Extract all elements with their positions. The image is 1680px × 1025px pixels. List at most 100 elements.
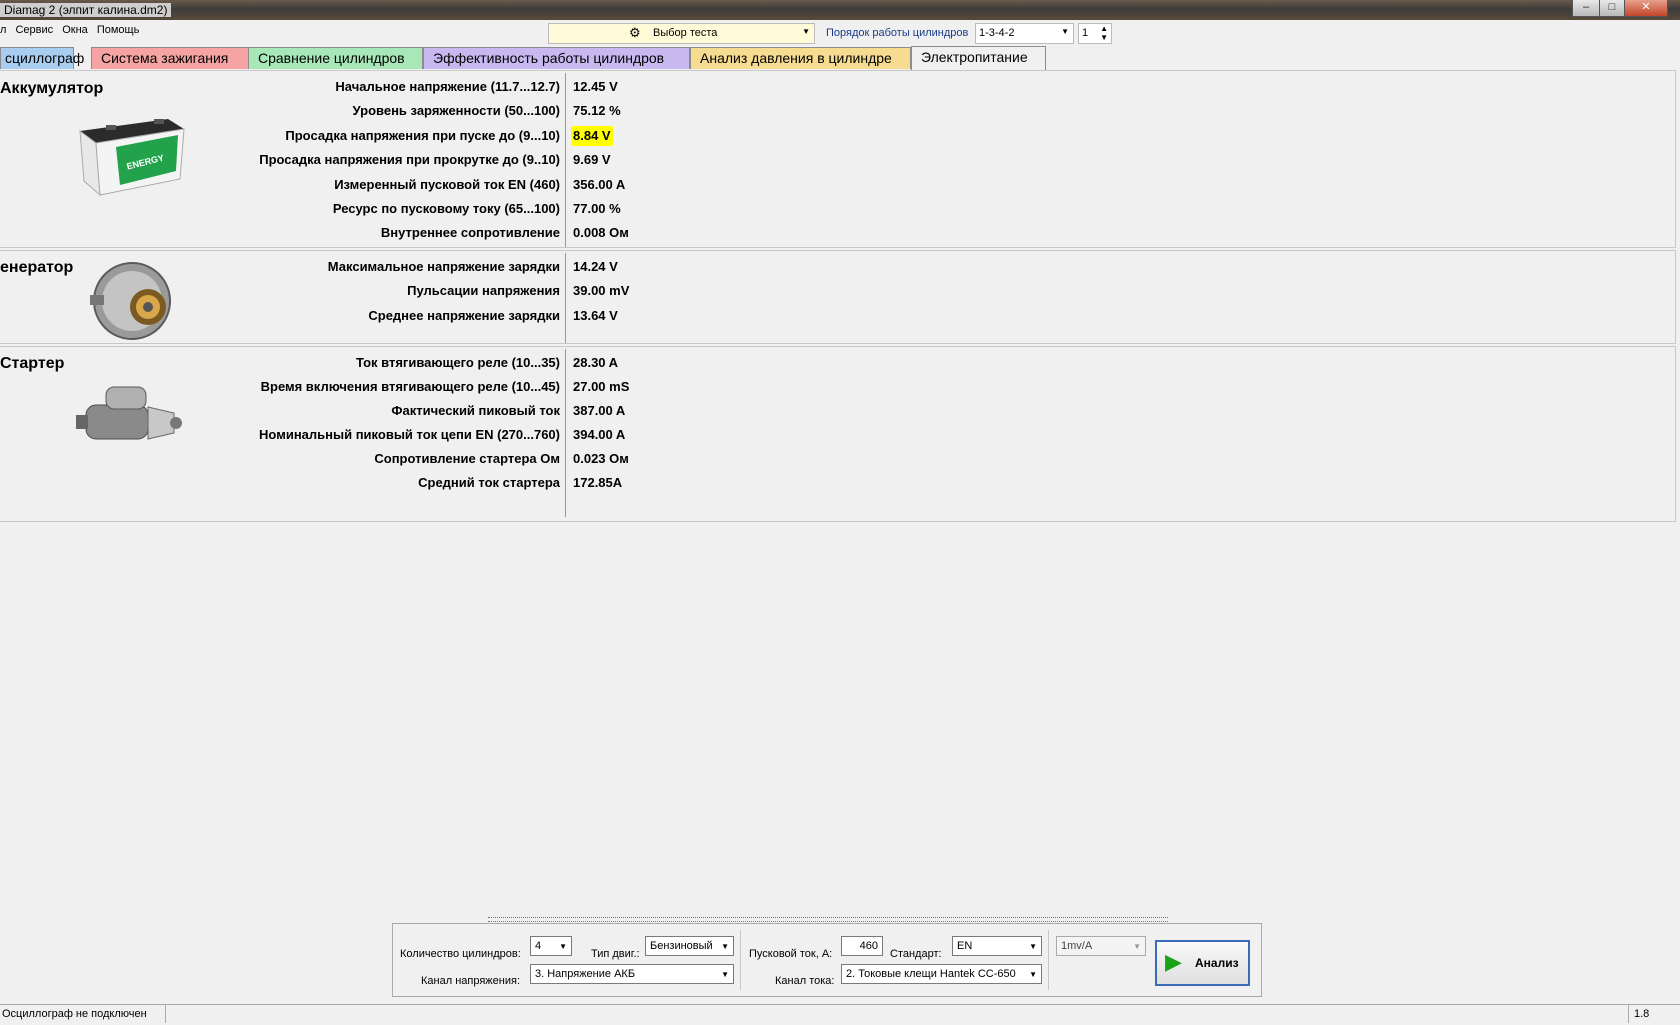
row-value: 0.023 Ом [573,451,629,466]
battery-row: Ресурс по пусковому току (65...100) 77.0… [0,199,700,219]
tab-oscillograph[interactable]: сциллограф [0,47,84,69]
chevron-down-icon: ▼ [559,942,567,951]
maximize-button[interactable]: □ [1599,0,1625,17]
menu-windows[interactable]: Окна [62,24,88,36]
firing-order-label: Порядок работы цилиндров [826,27,969,39]
test-select-label: Выбор теста [653,27,718,39]
row-label: Средний ток стартера [418,475,560,490]
starter-row: Номинальный пиковый ток цепи EN (270...7… [0,425,700,445]
menu-help[interactable]: Помощь [97,24,140,36]
generator-row: Среднее напряжение зарядки 13.64 V [0,306,700,326]
cylinders-value: 4 [535,940,542,952]
battery-panel: Аккумулятор ENERGY Начальное напряжение … [0,70,1676,248]
row-label: Начальное напряжение (11.7...12.7) [335,79,560,94]
cylinder-spinner[interactable]: 1 ▲ ▼ [1078,23,1112,44]
starter-panel: Стартер Ток втягивающего реле (10...35) … [0,346,1676,522]
start-current-label: Пусковой ток, А: [749,948,833,960]
battery-row: Измеренный пусковой ток EN (460) 356.00 … [0,175,700,195]
spinner-arrows-icon: ▲ ▼ [1100,24,1108,42]
cylinders-label: Количество цилиндров: [400,948,521,960]
row-label: Ток втягивающего реле (10...35) [355,355,560,370]
row-label: Максимальное напряжение зарядки [327,259,560,274]
battery-row: Начальное напряжение (11.7...12.7) 12.45… [0,77,700,97]
row-label: Просадка напряжения при пуске до (9...10… [285,128,560,143]
standard-dropdown[interactable]: EN ▼ [952,936,1042,956]
chevron-down-icon: ▼ [1133,942,1141,951]
settings-panel: Количество цилиндров: 4 ▼ Тип двиг.: Бен… [392,923,1262,997]
spinner-value: 1 [1082,27,1089,39]
scale-value: 1mv/A [1061,940,1093,952]
battery-row: Просадка напряжения при пуске до (9...10… [0,126,700,146]
menu-bar: л Сервис Окна Помощь [0,24,145,44]
engine-type-dropdown[interactable]: Бензиновый ▼ [645,936,734,956]
voltage-channel-value: 3. Напряжение АКБ [535,968,636,980]
row-label: Уровень заряженности (50...100) [352,103,560,118]
row-label: Номинальный пиковый ток цепи EN (270...7… [259,427,560,442]
standard-label: Стандарт: [890,948,942,960]
menu-file[interactable]: л [0,24,6,36]
status-divider [165,1005,166,1023]
starter-row: Средний ток стартера 172.85A [0,473,700,493]
chevron-down-icon: ▼ [721,970,729,979]
current-channel-label: Канал тока: [775,975,835,987]
splitter-handle[interactable] [488,917,1168,922]
tab-cylinder-efficiency[interactable]: Эффективность работы цилиндров [423,47,690,69]
chevron-down-icon: ▼ [721,942,729,951]
chevron-down-icon: ▼ [1029,970,1037,979]
status-bar: Осциллограф не подключен 1.8 [0,1004,1680,1025]
row-value: 0.008 Ом [573,225,629,240]
chevron-down-icon: ▼ [1061,27,1069,36]
starter-row: Фактический пиковый ток 387.00 A [0,401,700,421]
tab-cylinder-compare[interactable]: Сравнение цилиндров [248,47,423,69]
row-value: 9.69 V [573,152,611,167]
row-value: 27.00 mS [573,379,630,394]
firing-order-dropdown[interactable]: 1-3-4-2 ▼ [975,23,1074,44]
row-value: 394.00 A [573,427,626,442]
scale-dropdown[interactable]: 1mv/A ▼ [1056,936,1146,956]
row-value: 356.00 A [573,177,626,192]
gear-icon: ⚙ [629,25,641,40]
current-channel-dropdown[interactable]: 2. Токовые клещи Hantek CC-650 ▼ [841,964,1042,984]
row-value: 75.12 % [573,103,621,118]
row-label: Измеренный пусковой ток EN (460) [334,177,560,192]
voltage-channel-dropdown[interactable]: 3. Напряжение АКБ ▼ [530,964,734,984]
row-label: Среднее напряжение зарядки [368,308,560,323]
tab-power-supply[interactable]: Электропитание [911,46,1046,70]
tab-cylinder-pressure[interactable]: Анализ давления в цилиндре [690,47,911,69]
settings-divider-1 [740,930,741,990]
row-value: 28.30 A [573,355,619,370]
row-label: Фактический пиковый ток [391,403,560,418]
row-value: 13.64 V [573,308,618,323]
starter-row: Сопротивление стартера Ом 0.023 Ом [0,449,700,469]
chevron-down-icon: ▼ [1029,942,1037,951]
starter-row: Ток втягивающего реле (10...35) 28.30 A [0,353,700,373]
row-value-highlighted: 8.84 V [571,126,613,146]
row-label: Внутреннее сопротивление [380,225,560,240]
generator-panel: енератор Максимальное напряжение зарядки… [0,250,1676,344]
row-label: Сопротивление стартера Ом [374,451,560,466]
engine-type-label: Тип двиг.: [591,948,640,960]
row-value: 172.85A [573,475,623,490]
generator-row: Пульсации напряжения 39.00 mV [0,281,700,301]
starter-row: Время включения втягивающего реле (10...… [0,377,700,397]
generator-row: Максимальное напряжение зарядки 14.24 V [0,257,700,277]
test-select-dropdown[interactable]: ⚙ Выбор теста ▼ [548,23,815,44]
row-label: Время включения втягивающего реле (10...… [260,379,560,394]
title-bar: Diamag 2 (элпит калина.dm2) – □ ✕ [0,0,1680,20]
menu-service[interactable]: Сервис [15,24,53,36]
row-value: 77.00 % [573,201,621,216]
row-value: 387.00 A [573,403,626,418]
analyze-button[interactable]: ▶ Анализ [1155,940,1250,986]
minimize-button[interactable]: – [1572,0,1600,17]
close-button[interactable]: ✕ [1624,0,1668,17]
start-current-input[interactable]: 460 [841,936,883,956]
chevron-down-icon: ▼ [802,27,810,36]
cylinders-dropdown[interactable]: 4 ▼ [530,936,572,956]
row-value: 39.00 mV [573,283,630,298]
tab-strip: сциллограф Система зажигания Сравнение ц… [0,46,1680,70]
battery-row: Уровень заряженности (50...100) 75.12 % [0,101,700,121]
voltage-channel-label: Канал напряжения: [421,975,520,987]
play-icon: ▶ [1165,949,1182,974]
firing-order-value: 1-3-4-2 [979,27,1015,39]
row-label: Ресурс по пусковому току (65...100) [332,201,560,216]
